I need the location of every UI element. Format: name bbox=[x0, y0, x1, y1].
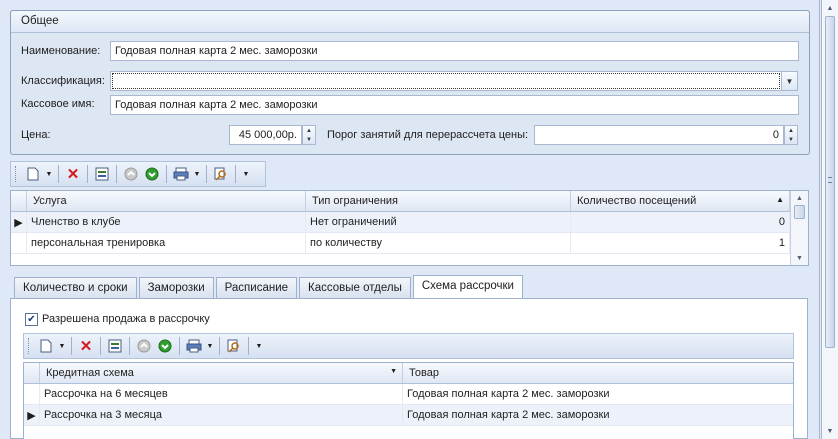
general-group-title: Общее bbox=[11, 11, 809, 33]
spin-down-icon: ▼ bbox=[306, 136, 312, 143]
tab-strip: Количество и сроки Заморозки Расписание … bbox=[14, 275, 525, 299]
thumb-grip-icon bbox=[828, 177, 832, 183]
row-indicator-icon: ▶ bbox=[24, 405, 40, 425]
print-dropdown-arrow[interactable]: ▼ bbox=[206, 336, 214, 356]
tab-cash-departments[interactable]: Кассовые отделы bbox=[299, 277, 411, 299]
cell-restriction: по количеству bbox=[306, 233, 571, 253]
cell-visits: 1 bbox=[571, 233, 790, 253]
cell-service: персональная тренировка bbox=[27, 233, 306, 253]
name-field[interactable]: Годовая полная карта 2 мес. заморозки bbox=[110, 41, 799, 61]
services-grid-header: Услуга Тип ограничения Количество посеще… bbox=[11, 191, 790, 212]
threshold-field[interactable]: 0 bbox=[534, 125, 784, 145]
services-toolbar: ▼ ✕ ▼ ▼ bbox=[10, 161, 266, 187]
column-header-restriction[interactable]: Тип ограничения bbox=[306, 191, 571, 211]
tab-freezes[interactable]: Заморозки bbox=[138, 277, 214, 299]
column-header-credit-scheme[interactable]: Кредитная схема ▼ bbox=[40, 363, 403, 383]
edit-list-icon[interactable] bbox=[106, 336, 124, 356]
find-icon[interactable] bbox=[212, 164, 230, 184]
toolbar-options-arrow[interactable]: ▼ bbox=[241, 164, 251, 184]
cell-product: Годовая полная карта 2 мес. заморозки bbox=[407, 388, 610, 400]
move-up-icon[interactable] bbox=[122, 164, 140, 184]
spin-down-icon: ▼ bbox=[788, 136, 794, 143]
classification-combo[interactable] bbox=[110, 71, 782, 91]
price-label: Цена: bbox=[21, 129, 51, 141]
new-document-icon[interactable] bbox=[37, 336, 55, 356]
spin-up-icon: ▲ bbox=[306, 127, 312, 134]
classification-dropdown-button[interactable]: ▼ bbox=[781, 71, 798, 91]
chevron-down-icon: ▼ bbox=[785, 76, 794, 86]
edit-list-icon[interactable] bbox=[93, 164, 111, 184]
table-row[interactable]: ▶ Членство в клубе Нет ограничений 0 bbox=[11, 212, 790, 233]
delete-icon[interactable]: ✕ bbox=[64, 164, 82, 184]
delete-icon[interactable]: ✕ bbox=[77, 336, 95, 356]
sort-ascending-icon: ▲ bbox=[776, 195, 784, 204]
installment-grid: Кредитная схема ▼ Товар Рассрочка на 6 ме… bbox=[23, 362, 794, 439]
print-icon[interactable] bbox=[185, 336, 203, 356]
new-document-icon[interactable] bbox=[24, 164, 42, 184]
scroll-up-arrow-icon[interactable]: ▲ bbox=[791, 191, 808, 205]
column-header-credit-scheme-label: Кредитная схема bbox=[46, 367, 134, 379]
checkmark-icon: ✔ bbox=[27, 313, 36, 325]
tab-schedule[interactable]: Расписание bbox=[215, 277, 298, 299]
cell-service: Членство в клубе bbox=[27, 212, 306, 232]
table-row[interactable]: персональная тренировка по количеству 1 bbox=[11, 233, 790, 254]
installment-grid-header: Кредитная схема ▼ Товар bbox=[24, 363, 793, 384]
installment-toolbar: ▼ ✕ ▼ ▼ bbox=[23, 333, 794, 359]
toolbar-grip bbox=[28, 338, 31, 354]
row-indicator-icon: ▶ bbox=[11, 212, 27, 232]
find-icon[interactable] bbox=[225, 336, 243, 356]
scroll-down-arrow-icon[interactable]: ▼ bbox=[791, 251, 808, 265]
spin-up-icon: ▲ bbox=[788, 127, 794, 134]
installment-checkbox-label[interactable]: Разрешена продажа в рассрочку bbox=[42, 313, 210, 325]
cell-credit-scheme: Рассрочка на 3 месяца bbox=[40, 405, 403, 425]
main-scrollbar[interactable]: ▲ ▼ bbox=[821, 0, 838, 439]
move-up-icon[interactable] bbox=[135, 336, 153, 356]
name-label: Наименование: bbox=[21, 45, 101, 57]
tab-quantity-terms[interactable]: Количество и сроки bbox=[14, 277, 137, 299]
table-row[interactable]: Рассрочка на 6 месяцев Годовая полная ка… bbox=[24, 384, 793, 405]
scroll-down-arrow-icon[interactable]: ▼ bbox=[822, 423, 838, 439]
threshold-label: Порог занятий для перерассчета цены: bbox=[327, 129, 529, 141]
main-scroll-thumb[interactable] bbox=[825, 16, 835, 348]
toolbar-options-arrow[interactable]: ▼ bbox=[254, 336, 264, 356]
installment-checkbox[interactable]: ✔ bbox=[25, 313, 38, 326]
column-header-product[interactable]: Товар bbox=[403, 363, 793, 383]
services-grid: Услуга Тип ограничения Количество посеще… bbox=[10, 190, 809, 266]
price-field[interactable]: 45 000,00р. bbox=[229, 125, 302, 145]
toolbar-grip bbox=[15, 166, 18, 182]
cell-product: Годовая полная карта 2 мес. заморозки bbox=[407, 409, 610, 421]
price-spinner[interactable]: ▲ ▼ bbox=[302, 125, 316, 145]
services-grid-scrollbar[interactable]: ▲ ▼ bbox=[790, 191, 808, 265]
cell-credit-scheme: Рассрочка на 6 месяцев bbox=[40, 384, 403, 404]
move-down-icon[interactable] bbox=[156, 336, 174, 356]
cash-name-label: Кассовое имя: bbox=[21, 98, 95, 110]
new-dropdown-arrow[interactable]: ▼ bbox=[58, 336, 66, 356]
column-header-service[interactable]: Услуга bbox=[27, 191, 306, 211]
cash-name-field[interactable]: Годовая полная карта 2 мес. заморозки bbox=[110, 95, 799, 115]
table-row[interactable]: ▶ Рассрочка на 3 месяца Годовая полная к… bbox=[24, 405, 793, 426]
cell-restriction: Нет ограничений bbox=[306, 212, 571, 232]
cell-visits: 0 bbox=[571, 212, 790, 232]
move-down-icon[interactable] bbox=[143, 164, 161, 184]
scroll-up-arrow-icon[interactable]: ▲ bbox=[822, 0, 838, 16]
tab-installment-scheme[interactable]: Схема рассрочки bbox=[412, 275, 523, 299]
print-dropdown-arrow[interactable]: ▼ bbox=[193, 164, 201, 184]
new-dropdown-arrow[interactable]: ▼ bbox=[45, 164, 53, 184]
print-icon[interactable] bbox=[172, 164, 190, 184]
column-header-visits[interactable]: Количество посещений ▲ bbox=[571, 191, 790, 211]
column-header-visits-label: Количество посещений bbox=[577, 195, 697, 207]
threshold-spinner[interactable]: ▲ ▼ bbox=[784, 125, 798, 145]
filter-dropdown-icon[interactable]: ▼ bbox=[390, 368, 397, 375]
classification-label: Классификация: bbox=[21, 75, 105, 87]
scroll-thumb[interactable] bbox=[794, 205, 805, 219]
